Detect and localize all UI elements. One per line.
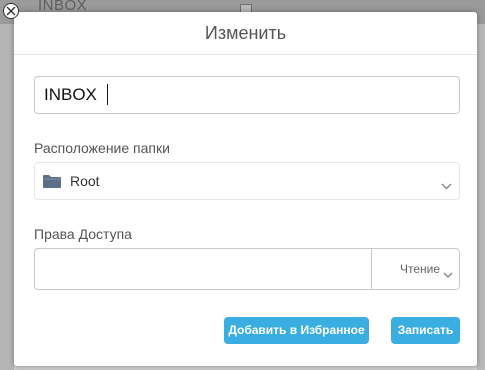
edit-folder-dialog: Изменить Расположение папки Root Права Д… (14, 12, 477, 366)
chevron-down-icon (441, 177, 452, 195)
chevron-down-icon (443, 266, 453, 284)
folder-location-label: Расположение папки (34, 140, 170, 156)
access-rights-user-input[interactable] (35, 249, 371, 289)
background-left-panel (0, 24, 14, 370)
folder-icon (43, 174, 61, 193)
folder-name-input[interactable] (34, 76, 460, 114)
folder-location-select[interactable]: Root (34, 162, 460, 200)
access-rights-label: Права Доступа (34, 226, 132, 242)
access-rights-field: Чтение (34, 248, 460, 290)
folder-location-value: Root (70, 173, 100, 189)
add-to-favorites-button[interactable]: Добавить в Избранное (224, 317, 369, 344)
dialog-title: Изменить (204, 23, 287, 43)
save-button[interactable]: Записать (391, 317, 460, 344)
access-level-select[interactable]: Чтение (372, 249, 460, 289)
background-right-panel (477, 24, 485, 370)
access-level-value: Чтение (400, 262, 441, 276)
close-button[interactable] (3, 3, 19, 19)
dialog-header: Изменить (14, 12, 477, 55)
text-caret (107, 84, 108, 105)
